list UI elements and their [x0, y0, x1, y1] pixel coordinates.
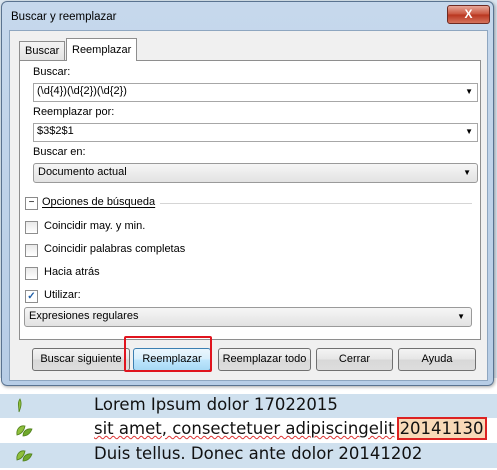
options-header: Opciones de búsqueda: [42, 196, 156, 208]
find-next-button[interactable]: Buscar siguiente: [32, 348, 130, 371]
whole-words-checkbox[interactable]: [25, 244, 38, 257]
backwards-checkbox[interactable]: [25, 267, 38, 280]
find-replace-dialog: Buscar y reemplazar X Buscar Reemplazar …: [1, 1, 494, 386]
dropdown-arrow-icon: ▼: [463, 168, 471, 177]
search-match-highlight: 20141130: [396, 417, 487, 440]
close-window-button[interactable]: X: [447, 5, 490, 24]
search-label: Buscar:: [33, 66, 71, 78]
collapse-icon[interactable]: −: [25, 197, 38, 210]
search-value: (\d{4})(\d{2})(\d{2}): [37, 85, 127, 97]
dropdown-arrow-icon[interactable]: ▼: [465, 127, 473, 136]
document-line[interactable]: Duis tellus. Donec ante dolor 20141202: [0, 443, 497, 468]
leaf-icon: [16, 450, 33, 462]
document-line[interactable]: Lorem Ipsum dolor 17022015: [0, 394, 497, 419]
options-divider: [160, 203, 472, 204]
tab-buscar[interactable]: Buscar: [19, 41, 66, 60]
dialog-client-area: Buscar Reemplazar Buscar: (\d{4})(\d{2})…: [9, 30, 488, 381]
check-mark-icon: ✓: [27, 291, 36, 302]
document-line-text: Lorem Ipsum dolor 17022015: [94, 395, 338, 414]
replace-button-highlight: [124, 336, 212, 372]
window-title: Buscar y reemplazar: [11, 11, 117, 23]
document-line[interactable]: sit amet, consectetuer adipiscingelit 201…: [0, 417, 497, 443]
backwards-label: Hacia atrás: [44, 266, 100, 278]
search-mode-select[interactable]: Expresiones regulares ▼: [24, 307, 472, 327]
dropdown-arrow-icon[interactable]: ▼: [465, 87, 473, 96]
title-bar[interactable]: Buscar y reemplazar X: [2, 2, 493, 30]
search-mode-value: Expresiones regulares: [29, 310, 139, 322]
tab-label: Reemplazar: [72, 44, 132, 56]
help-button[interactable]: Ayuda: [398, 348, 476, 371]
tab-reemplazar[interactable]: Reemplazar: [66, 38, 138, 61]
replace-label: Reemplazar por:: [33, 106, 115, 118]
dropdown-arrow-icon: ▼: [457, 312, 465, 321]
whole-words-label: Coincidir palabras completas: [44, 243, 186, 255]
use-label: Utilizar:: [44, 289, 81, 301]
match-case-label: Coincidir may. y min.: [44, 220, 146, 232]
scope-value: Documento actual: [38, 166, 127, 178]
search-input[interactable]: (\d{4})(\d{2})(\d{2}) ▼: [33, 83, 478, 102]
match-case-checkbox[interactable]: [25, 221, 38, 234]
close-icon: X: [464, 7, 473, 21]
tab-label: Buscar: [25, 45, 60, 57]
use-checkbox[interactable]: ✓: [25, 290, 38, 303]
document-line-text: Duis tellus. Donec ante dolor 20141202: [94, 444, 423, 463]
leaf-icon: [17, 398, 22, 413]
replace-input[interactable]: $3$2$1 ▼: [33, 123, 478, 142]
leaf-icon: [16, 425, 33, 437]
document-line-text: sit amet, consectetuer adipiscingelit: [94, 419, 395, 438]
scope-label: Buscar en:: [33, 146, 86, 158]
replace-panel: Buscar: (\d{4})(\d{2})(\d{2}) ▼ Reemplaz…: [19, 60, 481, 340]
close-button[interactable]: Cerrar: [316, 348, 393, 371]
replace-value: $3$2$1: [37, 125, 74, 137]
scope-select[interactable]: Documento actual ▼: [33, 163, 478, 183]
replace-all-button[interactable]: Reemplazar todo: [218, 348, 311, 371]
